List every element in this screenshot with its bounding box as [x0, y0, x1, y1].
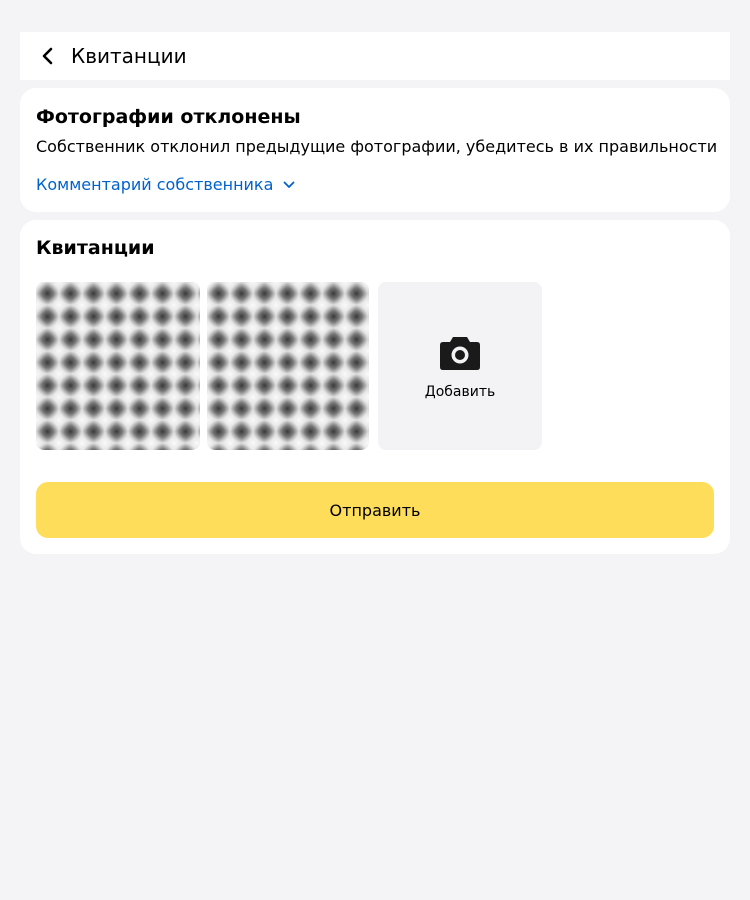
rejection-text: Собственник отклонил предыдущие фотограф… [36, 137, 718, 156]
chevron-left-icon [42, 47, 53, 65]
camera-icon [440, 337, 480, 370]
top-bar: Квитанции [20, 32, 730, 80]
owner-comment-toggle[interactable]: Комментарий собственника [36, 173, 295, 197]
chevron-down-icon [283, 181, 295, 189]
receipt-photo-thumbnail[interactable] [36, 282, 200, 450]
photo-list: Добавить [36, 282, 542, 450]
add-photo-button[interactable]: Добавить [378, 282, 542, 450]
rejection-title: Фотографии отклонены [36, 106, 301, 128]
receipts-card: Квитанции Добавить Отправить [20, 220, 730, 554]
owner-comment-label: Комментарий собственника [36, 175, 274, 194]
back-button[interactable] [20, 32, 76, 80]
add-photo-label: Добавить [424, 384, 496, 400]
receipt-photo-thumbnail[interactable] [207, 282, 369, 450]
page-title: Квитанции [71, 44, 187, 68]
rejection-notice-card: Фотографии отклонены Собственник отклони… [20, 88, 730, 212]
send-button[interactable]: Отправить [36, 482, 714, 538]
receipts-title: Квитанции [36, 237, 155, 259]
